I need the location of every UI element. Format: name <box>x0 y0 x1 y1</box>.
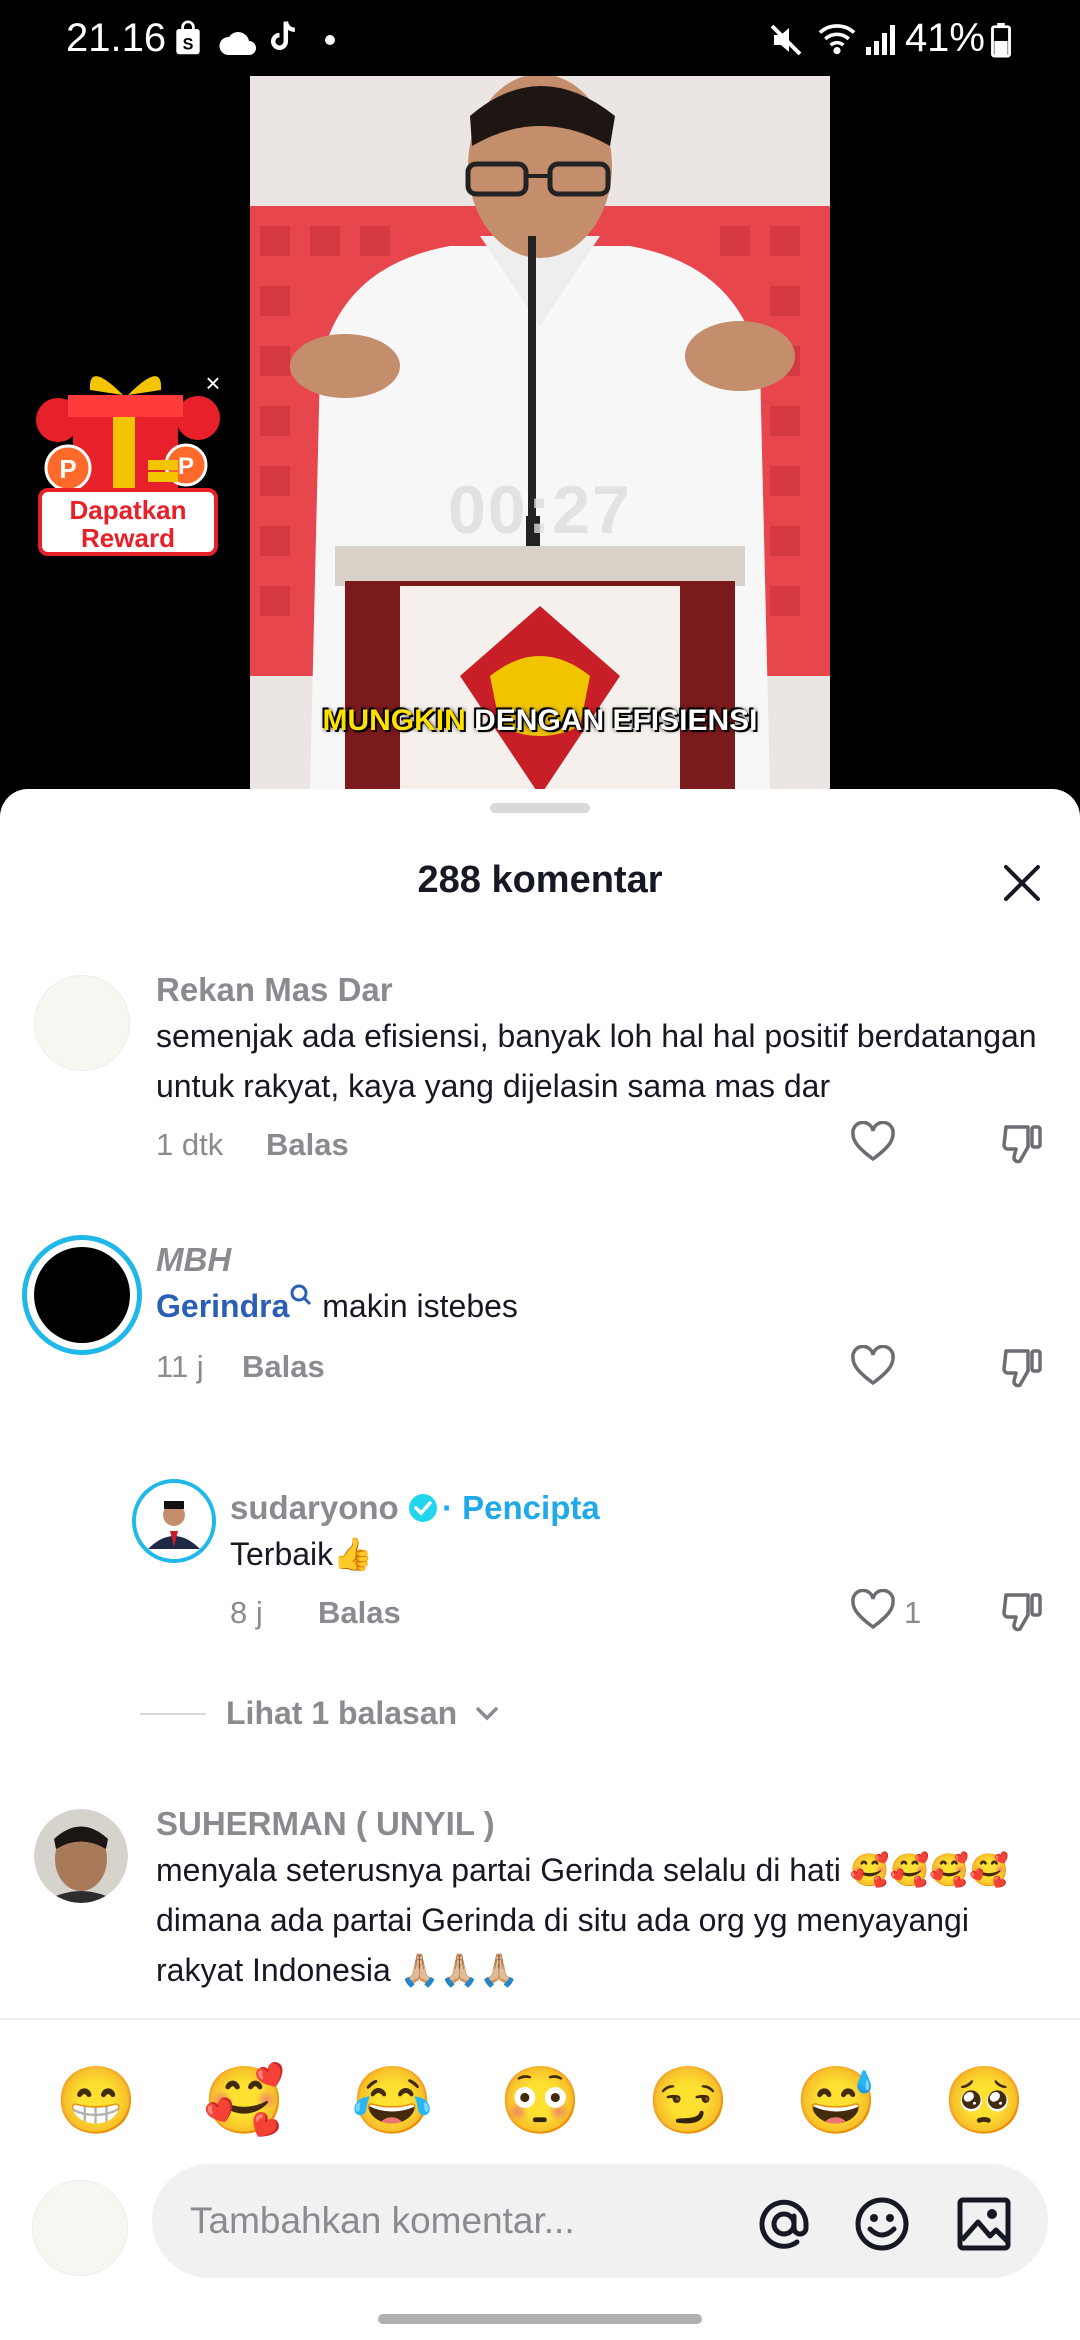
my-avatar <box>32 2180 128 2276</box>
comment-item: SUHERMAN ( UNYIL ) menyala seterusnya pa… <box>0 1789 1080 2019</box>
emoji-button[interactable]: 😳 <box>499 2060 581 2140</box>
comment-text-line: untuk rakyat, kaya yang dijelasin sama m… <box>156 1068 831 1104</box>
emoji-button[interactable]: 😏 <box>647 2060 729 2140</box>
signal-icon <box>866 25 895 55</box>
comment-input[interactable]: Tambahkan komentar... <box>152 2164 1048 2278</box>
dislike-icon[interactable] <box>1000 1345 1046 1391</box>
reply-text: Terbaik👍 <box>230 1536 373 1572</box>
avatar <box>140 1487 208 1555</box>
search-icon[interactable] <box>289 1283 313 1311</box>
video-frame <box>250 76 830 791</box>
comment-username[interactable]: Rekan Mas Dar <box>156 971 393 1009</box>
emoji-button[interactable]: 🥺 <box>943 2060 1025 2140</box>
emoji-button[interactable]: 🥰 <box>203 2060 285 2140</box>
subtitle-highlight: MUNGKIN <box>322 704 466 737</box>
reward-label-line2: Reward <box>81 523 175 553</box>
comment-item: MBH Gerindra makin istebes 11 j Balas <box>0 1199 1080 1389</box>
svg-text:S: S <box>183 36 194 54</box>
video-subtitle: MUNGKIN DENGAN EFISIENSI <box>250 704 830 738</box>
comment-time: 1 dtk <box>156 1127 224 1162</box>
view-replies-label: Lihat 1 balasan <box>226 1695 458 1731</box>
close-icon[interactable] <box>996 857 1048 909</box>
emoji-button[interactable]: 😁 <box>55 2060 137 2140</box>
video-player[interactable]: 00:27 MUNGKIN DENGAN EFISIENSI <box>250 76 830 791</box>
heart-icon[interactable] <box>850 1589 896 1631</box>
comment-username[interactable]: MBH <box>156 1241 231 1279</box>
avatar-story-ring[interactable] <box>22 1235 142 1355</box>
comment-text-line: rakyat Indonesia 🙏🏼🙏🏼🙏🏼 <box>156 1952 520 1988</box>
at-icon[interactable] <box>756 2196 812 2252</box>
emoji-icon[interactable] <box>854 2196 910 2252</box>
reply-button[interactable]: Balas <box>266 1127 349 1163</box>
reward-label: Dapatkan Reward <box>38 488 218 556</box>
comment-text-line: menyala seterusnya partai Gerinda selalu… <box>156 1852 1010 1888</box>
subtitle-rest: DENGAN EFISIENSI <box>465 704 758 737</box>
video-timer: 00:27 <box>448 472 632 548</box>
mute-icon <box>770 24 802 56</box>
reward-label-line1: Dapatkan <box>69 495 187 525</box>
like-count: 1 <box>904 1595 922 1630</box>
heart-icon[interactable] <box>850 1345 896 1387</box>
battery-percent: 41% <box>904 16 985 60</box>
reward-widget[interactable]: P P × Dapatkan Reward <box>18 360 233 560</box>
avatar <box>34 1247 130 1343</box>
comment-input-placeholder: Tambahkan komentar... <box>190 2200 575 2241</box>
dislike-icon[interactable] <box>1000 1121 1046 1167</box>
chevron-down-icon <box>476 1707 498 1721</box>
emoji-button[interactable]: 😅 <box>795 2060 877 2140</box>
reply-item: sudaryono · Pencipta Terbaik👍 8 j Balas … <box>0 1465 1080 1645</box>
sheet-title: 288 komentar <box>417 859 663 901</box>
reply-username[interactable]: sudaryono <box>230 1489 399 1527</box>
emoji-button[interactable]: 😂 <box>351 2060 433 2140</box>
comment-username[interactable]: SUHERMAN ( UNYIL ) <box>156 1805 495 1843</box>
status-time: 21.16 <box>66 16 167 60</box>
home-indicator[interactable] <box>378 2314 702 2324</box>
cloud-icon <box>219 32 256 55</box>
reply-button[interactable]: Balas <box>242 1349 325 1385</box>
reply-button[interactable]: Balas <box>318 1595 401 1631</box>
sheet-grabber[interactable] <box>490 803 590 813</box>
divider <box>140 1713 206 1715</box>
svg-text:P: P <box>178 453 194 480</box>
wifi-icon <box>818 24 856 55</box>
heart-icon[interactable] <box>850 1121 896 1163</box>
dot-icon <box>325 35 335 45</box>
comment-input-row: Tambahkan komentar... <box>0 2160 1080 2340</box>
avatar[interactable] <box>34 975 130 1071</box>
comment-time: 11 j <box>156 1349 204 1384</box>
comment-item: Rekan Mas Dar semenjak ada efisiensi, ba… <box>0 949 1080 1164</box>
dislike-icon[interactable] <box>1000 1589 1046 1635</box>
comment-text: Gerindra makin istebes <box>156 1281 518 1331</box>
avatar-story-ring[interactable] <box>132 1479 216 1563</box>
reply-time: 8 j <box>230 1595 263 1630</box>
comment-text-line: semenjak ada efisiensi, banyak loh hal h… <box>156 1018 1037 1054</box>
reward-close-button[interactable]: × <box>198 368 228 398</box>
avatar[interactable] <box>34 1809 128 1903</box>
svg-text:P: P <box>59 454 76 484</box>
hashtag-link[interactable]: Gerindra <box>156 1288 289 1324</box>
image-icon[interactable] <box>956 2196 1012 2252</box>
view-replies-button[interactable]: Lihat 1 balasan <box>140 1689 540 1739</box>
comment-text-line: dimana ada partai Gerinda di situ ada or… <box>156 1902 969 1938</box>
creator-label: · Pencipta <box>442 1489 600 1526</box>
verified-icon <box>409 1494 437 1522</box>
battery-icon <box>991 22 1011 58</box>
shopee-bag-icon: S <box>176 20 200 55</box>
tiktok-icon <box>270 21 295 50</box>
comment-text-rest: makin istebes <box>313 1288 518 1324</box>
status-bar: 21.16 S 41% <box>0 0 1080 80</box>
emoji-quick-bar: 😁 🥰 😂 😳 😏 😅 🥺 <box>0 2018 1080 2180</box>
